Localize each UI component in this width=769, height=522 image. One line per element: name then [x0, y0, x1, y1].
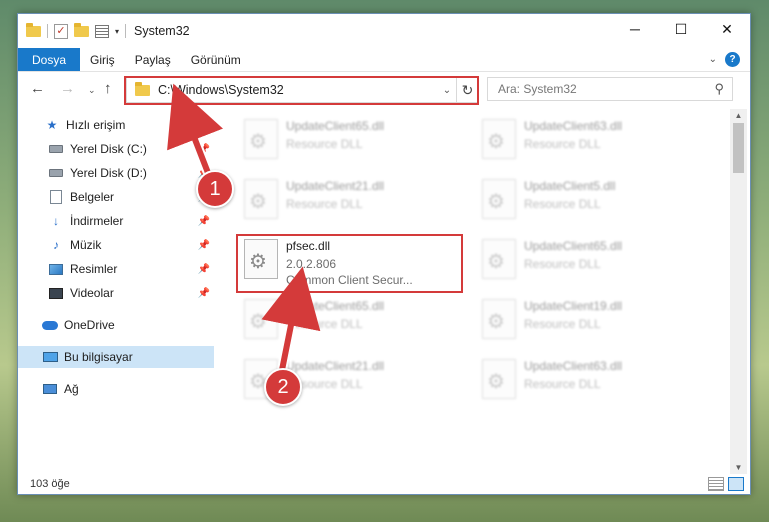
callout-2: 2 — [264, 368, 302, 406]
arrow-2 — [261, 266, 321, 371]
callout-1: 1 — [196, 170, 234, 208]
arrow-1 — [167, 83, 224, 180]
annotation-arrows — [167, 83, 321, 375]
